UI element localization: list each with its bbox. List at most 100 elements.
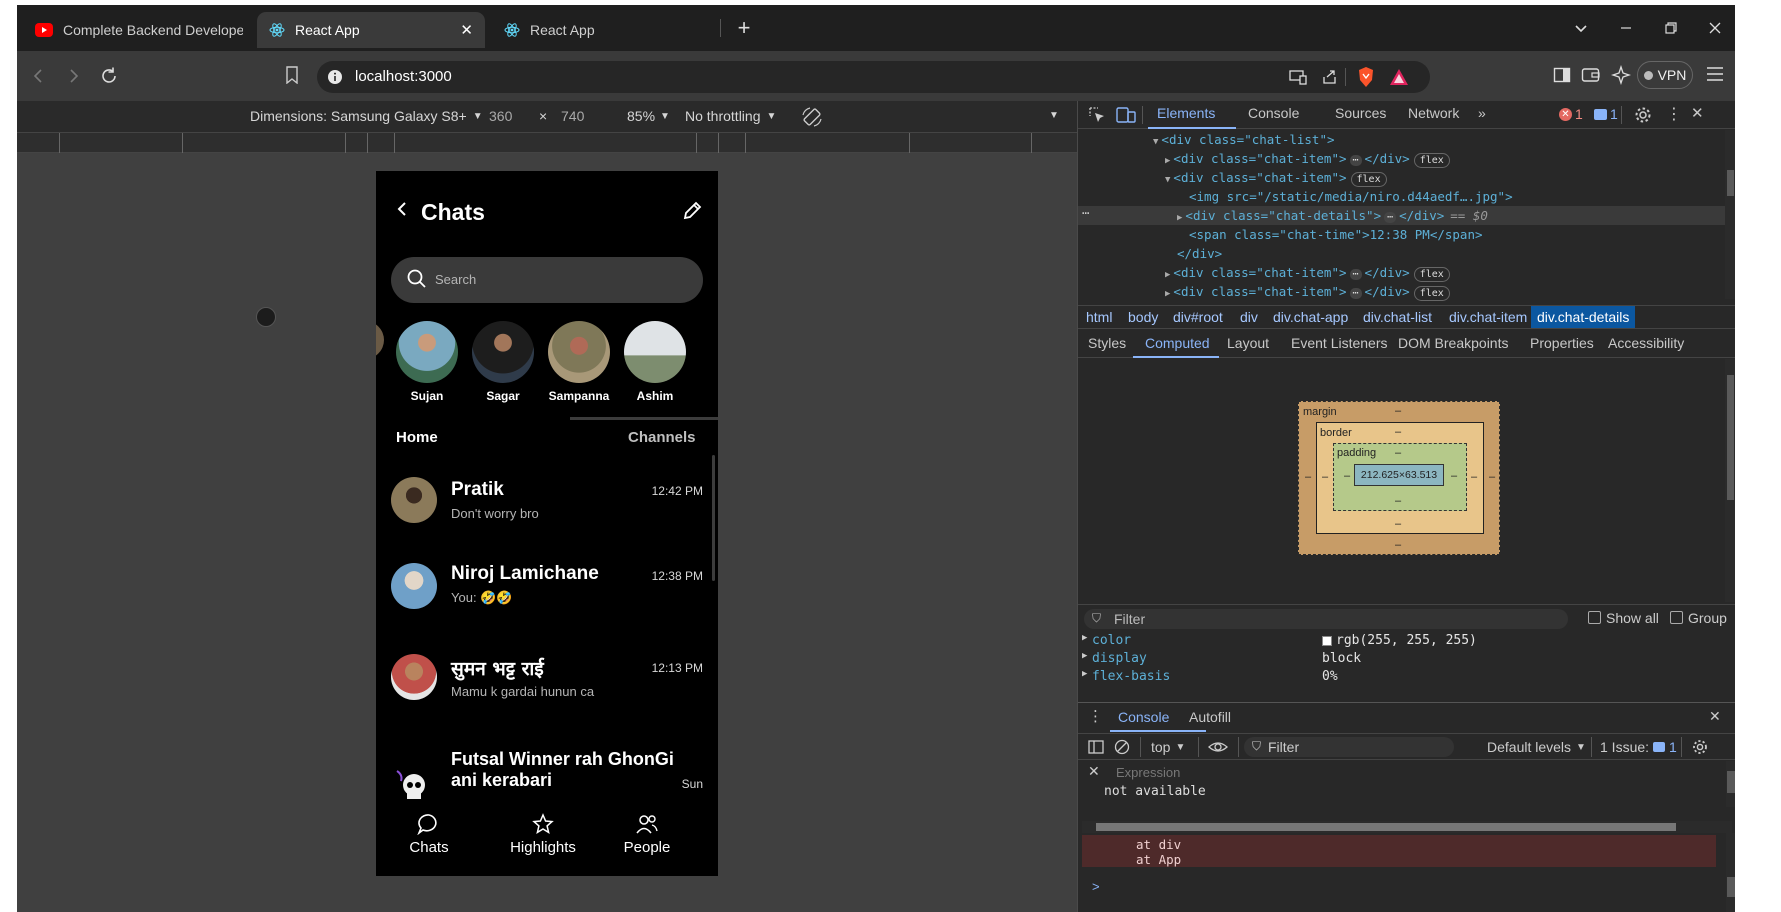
dom-node-line[interactable]: <img src="/static/media/niro.d44aedf….jp…: [1078, 187, 1735, 206]
drawer-tab-console[interactable]: Console: [1118, 709, 1169, 725]
new-tab-button[interactable]: +: [729, 13, 759, 43]
story-ashim[interactable]: Ashim: [624, 321, 686, 403]
context-select[interactable]: top ▼: [1151, 739, 1185, 755]
menu-icon[interactable]: [1706, 66, 1724, 82]
story-avatar-partial[interactable]: [376, 321, 384, 359]
console-settings-gear-icon[interactable]: [1692, 739, 1708, 755]
tab-sources[interactable]: Sources: [1335, 105, 1386, 121]
more-tabs-icon[interactable]: »: [1478, 105, 1486, 121]
console-filter-input[interactable]: ⛉ Filter: [1244, 737, 1454, 757]
close-tab-icon[interactable]: ✕: [460, 21, 473, 39]
box-model-border[interactable]: border – – – – padding – – – – 212.625×6…: [1316, 422, 1484, 534]
kebab-menu-icon[interactable]: ⋮: [1666, 104, 1682, 124]
ellipsis-badge[interactable]: ⋯: [1349, 155, 1362, 166]
wallet-icon[interactable]: [1581, 66, 1601, 84]
throttling-select[interactable]: No throttling ▼: [685, 108, 776, 124]
collapsed-arrow-icon[interactable]: ▶: [1177, 213, 1182, 223]
rotate-icon[interactable]: [801, 106, 823, 128]
color-swatch[interactable]: [1322, 636, 1332, 646]
console-prompt[interactable]: >: [1092, 879, 1100, 894]
chat-item[interactable]: Pratik Don't worry bro 12:42 PM: [391, 471, 703, 551]
story-sagar[interactable]: Sagar: [472, 321, 534, 403]
dom-node-line[interactable]: ▶ <div class="chat-item"> ⋯ </div> flex: [1078, 263, 1735, 282]
live-expression-eye-icon[interactable]: [1208, 739, 1228, 755]
breadcrumb-item[interactable]: div.chat-app: [1273, 309, 1348, 325]
dom-node-line[interactable]: </div>: [1078, 244, 1735, 263]
computed-filter-input[interactable]: ⛉ Filter: [1084, 609, 1568, 629]
issues-button[interactable]: 1 Issue: 1: [1600, 739, 1677, 755]
back-chevron-icon[interactable]: [396, 201, 408, 217]
drawer-menu-icon[interactable]: ⋮: [1088, 707, 1103, 725]
nav-chats[interactable]: Chats: [400, 813, 458, 856]
tab-search-button[interactable]: [1561, 13, 1601, 43]
show-all-checkbox[interactable]: [1588, 611, 1601, 624]
tab-home[interactable]: Home: [396, 429, 438, 446]
story-sujan[interactable]: Sujan: [396, 321, 458, 403]
site-info-icon[interactable]: [327, 69, 343, 85]
minimize-button[interactable]: [1606, 13, 1646, 43]
node-actions-icon[interactable]: ⋯: [1082, 206, 1089, 220]
ellipsis-badge[interactable]: ⋯: [1349, 288, 1362, 299]
install-app-icon[interactable]: [1289, 69, 1307, 85]
computed-property[interactable]: ▶ flex-basis 0%: [1082, 669, 1722, 687]
breadcrumb-item[interactable]: div: [1240, 309, 1258, 325]
computed-property[interactable]: ▶ color rgb(255, 255, 255): [1082, 633, 1722, 651]
device-select[interactable]: Dimensions: Samsung Galaxy S8+ ▼: [250, 108, 483, 124]
dom-node-line[interactable]: ▶ <div class="chat-item"> ⋯ </div> flex: [1078, 282, 1735, 301]
subtab-dom-breakpoints[interactable]: DOM Breakpoints: [1398, 335, 1508, 351]
breadcrumb-item[interactable]: div#root: [1173, 309, 1223, 325]
console-sidebar-icon[interactable]: [1088, 740, 1104, 754]
flex-badge[interactable]: flex: [1350, 172, 1387, 187]
expanded-arrow-icon[interactable]: ▼: [1165, 175, 1170, 185]
error-counter[interactable]: ✕ 1: [1559, 106, 1583, 122]
forward-icon[interactable]: [67, 68, 81, 84]
box-model-margin[interactable]: margin – – – – border – – – – padding – …: [1298, 401, 1500, 555]
leo-ai-icon[interactable]: [1611, 65, 1631, 85]
tab-youtube[interactable]: Complete Backend Developer cours: [23, 12, 255, 48]
computed-scrollbar[interactable]: [1725, 359, 1735, 602]
collapsed-arrow-icon[interactable]: ▶: [1165, 289, 1170, 299]
breadcrumb-item[interactable]: div.chat-list: [1363, 309, 1432, 325]
close-window-button[interactable]: [1695, 13, 1735, 43]
brave-rewards-icon[interactable]: [1389, 67, 1409, 87]
inspect-element-icon[interactable]: [1088, 106, 1106, 124]
chat-item[interactable]: Niroj Lamichane You: 🤣🤣 12:38 PM: [391, 561, 703, 641]
flex-badge[interactable]: flex: [1413, 286, 1450, 301]
expression-scrollbar[interactable]: [1726, 761, 1735, 807]
vpn-button[interactable]: VPN: [1637, 61, 1693, 89]
story-sampanna[interactable]: Sampanna: [548, 321, 610, 403]
close-drawer-icon[interactable]: ✕: [1709, 708, 1721, 725]
remove-expression-icon[interactable]: ✕: [1088, 763, 1100, 780]
dom-node-line[interactable]: <span class="chat-time">12:38 PM</span>: [1078, 225, 1735, 244]
breadcrumb-item[interactable]: body: [1128, 309, 1158, 325]
share-icon[interactable]: [1321, 69, 1339, 85]
log-levels-select[interactable]: Default levels ▼: [1487, 739, 1586, 755]
dom-node-line[interactable]: ▶ <div class="chat-item"> ⋯ </div> flex: [1078, 149, 1735, 168]
collapsed-arrow-icon[interactable]: ▶: [1165, 156, 1170, 166]
bookmark-icon[interactable]: [285, 66, 299, 84]
restore-button[interactable]: [1651, 13, 1691, 43]
tab-console[interactable]: Console: [1248, 105, 1299, 121]
compose-icon[interactable]: [680, 199, 704, 223]
subtab-computed[interactable]: Computed: [1145, 335, 1210, 351]
height-input[interactable]: 740: [561, 108, 584, 124]
subtab-event-listeners[interactable]: Event Listeners: [1291, 335, 1388, 351]
ellipsis-badge[interactable]: ⋯: [1384, 212, 1397, 223]
dom-node-line[interactable]: ▼ <div class="chat-list">: [1078, 130, 1735, 149]
expanded-arrow-icon[interactable]: ▼: [1153, 137, 1158, 147]
tab-channels[interactable]: Channels: [628, 429, 696, 446]
device-toolbar-more-icon[interactable]: ▼: [1049, 110, 1059, 121]
flex-badge[interactable]: flex: [1413, 267, 1450, 282]
chat-item[interactable]: सुमन भट्ट राई Mamu k gardai hunun ca 12:…: [391, 652, 703, 732]
back-icon[interactable]: [31, 68, 45, 84]
chat-item[interactable]: Futsal Winner rah GhonGi ani kerabari Su…: [391, 749, 703, 809]
nav-people[interactable]: People: [617, 813, 677, 856]
sidebar-icon[interactable]: [1553, 66, 1571, 84]
group-checkbox[interactable]: [1670, 611, 1683, 624]
stories-scrollbar[interactable]: [570, 417, 718, 420]
reload-icon[interactable]: [99, 66, 119, 86]
close-devtools-icon[interactable]: ✕: [1691, 104, 1704, 122]
breadcrumb-item[interactable]: div.chat-details: [1531, 306, 1636, 328]
message-counter[interactable]: 1: [1594, 106, 1618, 122]
tab-network[interactable]: Network: [1408, 105, 1459, 121]
